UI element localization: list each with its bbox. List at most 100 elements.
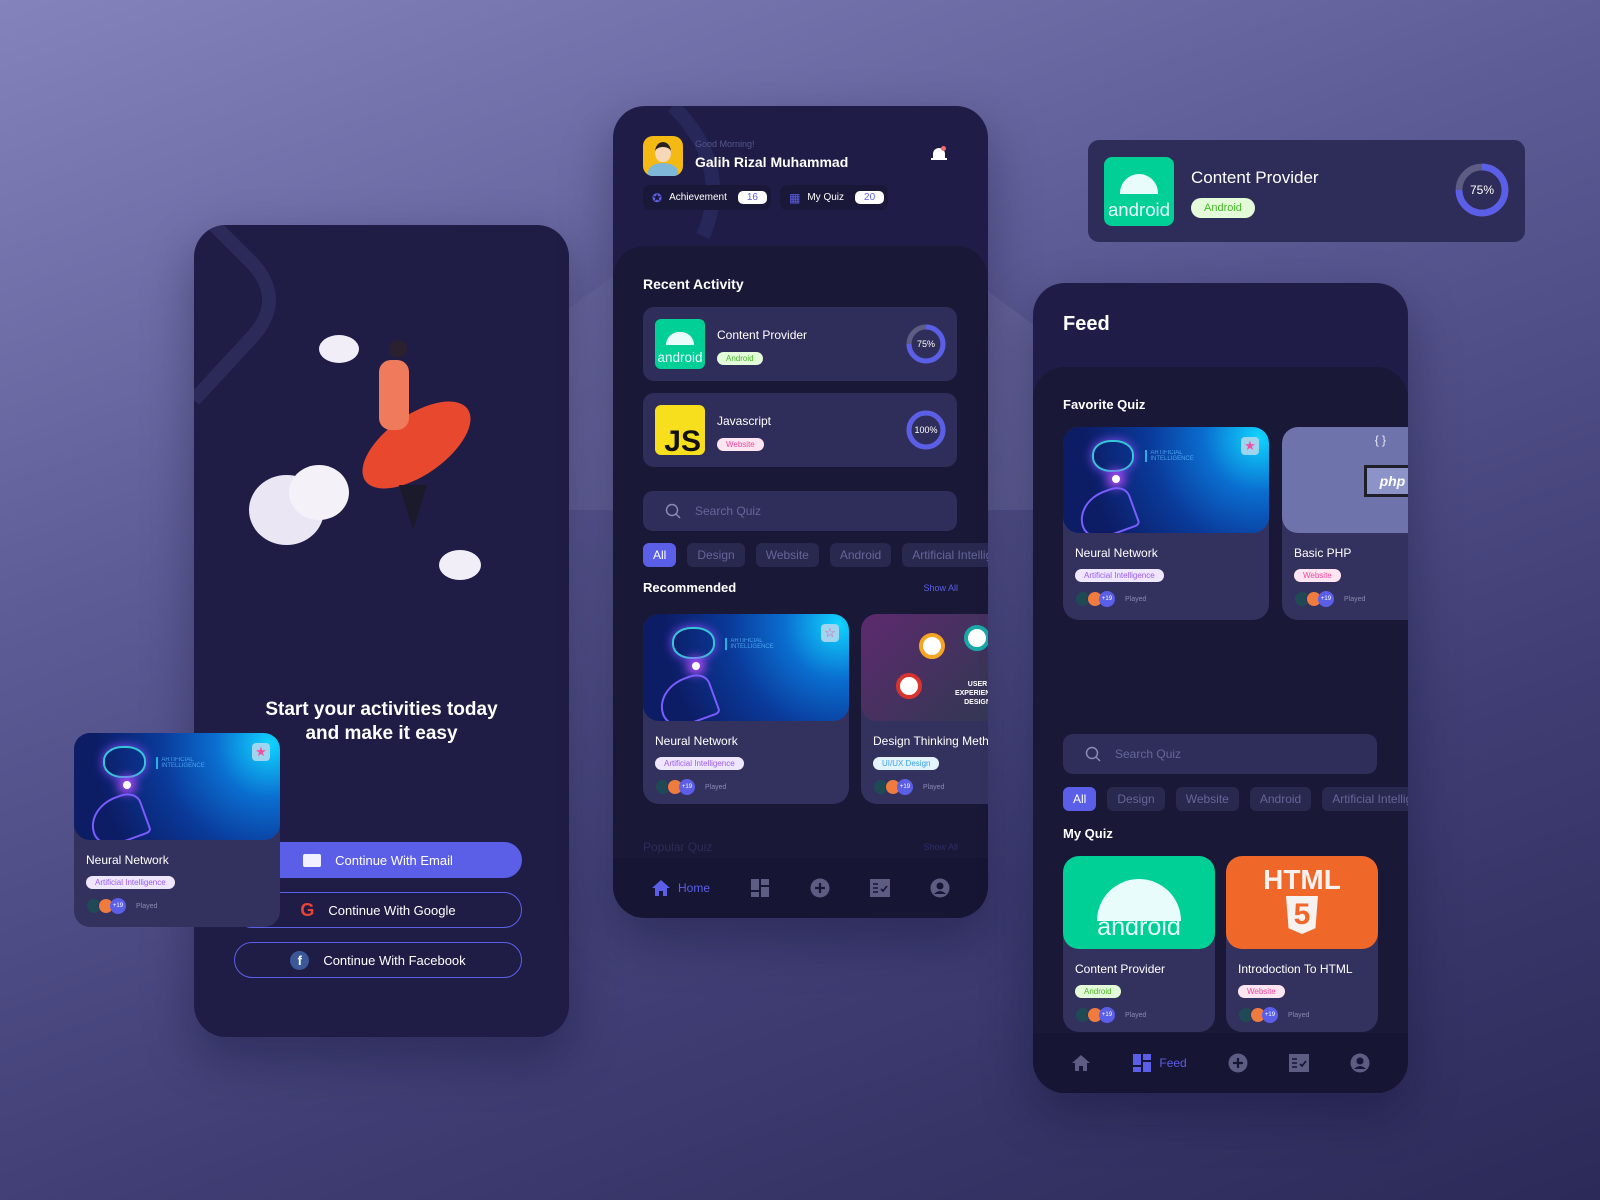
add-icon: [810, 878, 830, 898]
search-quiz-input[interactable]: Search Quiz: [1063, 734, 1377, 774]
filter-chip-artificial-intelligence[interactable]: Artificial Intelligence: [902, 543, 988, 567]
brain-glyph: [1091, 439, 1135, 473]
hand-glyph: [653, 669, 722, 721]
nav-item-grid[interactable]: [750, 878, 770, 898]
popular-show-all-link[interactable]: Show All: [923, 842, 958, 852]
filter-chip-design[interactable]: Design: [1107, 787, 1165, 811]
recent-activity-item[interactable]: android Content Provider Android 75%: [643, 307, 957, 381]
nav-item-list[interactable]: [1288, 1053, 1309, 1073]
home-icon: [1072, 1055, 1091, 1071]
quiz-title: Content Provider: [1075, 962, 1166, 976]
profile-icon: [930, 878, 950, 898]
filter-chip-design[interactable]: Design: [687, 543, 745, 567]
js-wordmark: JS: [664, 425, 701, 455]
played-meta: +19 Played: [1294, 591, 1408, 607]
feed-grid-icon: [750, 879, 769, 897]
recommended-quiz-card[interactable]: ARTIFICIAL INTELLIGENCE ☆ Neural Network Ar…: [643, 614, 849, 804]
user-name: Galih Rizal Muhammad: [695, 154, 849, 170]
search-placeholder: Search Quiz: [1115, 747, 1182, 761]
played-meta: +19 Played: [873, 779, 988, 795]
html-wordmark: HTML: [1263, 864, 1341, 895]
brain-glyph: [102, 745, 146, 779]
medal-icon: ✪: [652, 190, 663, 205]
tag-wrap: Android: [717, 348, 763, 366]
tag-wrap: Android: [1075, 981, 1215, 999]
category-tag: Artificial Intelligence: [1075, 569, 1164, 582]
star-icon[interactable]: ☆: [821, 624, 839, 642]
my-quiz-card[interactable]: android Content Provider Android +19 Played: [1063, 856, 1215, 1032]
art-lettering: ARTIFICIAL INTELLIGENCE: [1145, 450, 1205, 463]
filter-chip-website[interactable]: Website: [1175, 787, 1239, 811]
content-provider-progress-card[interactable]: android Content Provider Android 75%: [1088, 140, 1525, 242]
activity-title: Content Provider: [717, 328, 808, 342]
nav-item-user[interactable]: [1350, 1053, 1370, 1073]
avatar[interactable]: [643, 136, 683, 176]
recent-activity-item[interactable]: JS Javascript Website 100%: [643, 393, 957, 467]
android-wordmark: android: [657, 350, 703, 365]
played-meta: +19 Played: [1238, 1007, 1378, 1023]
my-quiz-card[interactable]: HTML 5 Introdoction To HTML Website +19 Playe…: [1226, 856, 1378, 1032]
filter-chip-artificial-intelligence[interactable]: Artificial Intelligence: [1322, 787, 1408, 811]
filter-chip-all[interactable]: All: [1063, 787, 1097, 811]
filter-chip-android[interactable]: Android: [829, 543, 892, 567]
category-tag: Artificial Intelligence: [86, 876, 175, 889]
played-count: +19: [1099, 1007, 1115, 1023]
stat-value: 20: [855, 191, 885, 204]
filter-chip-website[interactable]: Website: [755, 543, 819, 567]
progress-label: 75%: [917, 339, 935, 349]
recommended-quiz-card[interactable]: USER EXPERIENCE DESIGN☆ Design Thinking M…: [861, 614, 988, 804]
tag-wrap: UI/UX Design: [873, 753, 988, 771]
played-count: +19: [110, 898, 126, 914]
tag-wrap: Website: [717, 434, 764, 452]
thumbnail-android: android: [1063, 856, 1215, 949]
star-icon[interactable]: ★: [1241, 437, 1259, 455]
filter-chip-android[interactable]: Android: [1249, 787, 1312, 811]
continue-facebook-button[interactable]: f Continue With Facebook: [234, 942, 522, 978]
art-lettering: USER EXPERIENCE DESIGN: [954, 681, 988, 707]
search-placeholder: Search Quiz: [695, 504, 762, 518]
nav-item-list[interactable]: [869, 878, 890, 898]
stat-chip-my-quiz[interactable]: ▦ My Quiz 20: [780, 185, 889, 210]
stat-chip-achievement[interactable]: ✪ Achievement 16: [643, 185, 771, 210]
card-title: Content Provider: [1191, 168, 1319, 187]
played-meta: +19 Played: [86, 898, 280, 914]
facebook-button-label: Continue With Facebook: [323, 952, 466, 968]
favorite-quiz-card[interactable]: ARTIFICIAL INTELLIGENCE ★ Neural Network Ar…: [1063, 427, 1269, 620]
played-meta: +19 Played: [1075, 591, 1269, 607]
played-meta: +19 Played: [655, 779, 849, 795]
nav-item-plus[interactable]: [810, 878, 830, 898]
nav-label: Home: [677, 881, 710, 895]
favorite-quiz-card[interactable]: php{ }☆Basic PHPWebsite+19Played: [1282, 427, 1408, 620]
bell-icon[interactable]: [931, 146, 947, 162]
quiz-title: Design Thinking Method: [873, 734, 988, 748]
nav-item-plus[interactable]: [1228, 1053, 1248, 1073]
filter-chip-all[interactable]: All: [643, 543, 677, 567]
tag-wrap: Artificial Intelligence: [86, 872, 280, 890]
js-icon: JS: [655, 405, 705, 455]
thumbnail-ai: ARTIFICIAL INTELLIGENCE ☆: [643, 614, 849, 721]
feed-screen: Feed Favorite Quiz ARTIFICIAL INTELLIGEN…: [1033, 283, 1408, 1093]
search-quiz-input[interactable]: Search Quiz: [643, 491, 957, 531]
nav-item-grid[interactable]: Feed: [1132, 1053, 1187, 1073]
floating-quiz-card[interactable]: ARTIFICIAL INTELLIGENCE ★ Neural Network Ar…: [74, 733, 280, 927]
nav-item-home[interactable]: Home: [651, 878, 710, 898]
played-label: Played: [923, 783, 945, 791]
category-tag: Website: [1238, 985, 1285, 998]
checklist-icon: [1288, 1054, 1309, 1072]
glow-dot: [692, 662, 701, 671]
category-tag: Android: [1191, 198, 1255, 218]
android-wordmark: android: [1107, 198, 1171, 220]
nav-item-user[interactable]: [930, 878, 950, 898]
thumbnail-android-sm: android: [1104, 157, 1174, 226]
android-head: [1119, 174, 1159, 194]
home-icon: [651, 880, 670, 896]
show-all-link[interactable]: Show All: [923, 583, 958, 593]
glow-dot: [123, 781, 132, 790]
hand-glyph: [84, 788, 153, 840]
thumbnail-ux: USER EXPERIENCE DESIGN☆: [861, 614, 988, 721]
nav-item-home[interactable]: [1071, 1053, 1091, 1073]
feed-title: Feed: [1063, 313, 1110, 335]
quiz-title: Neural Network: [655, 734, 738, 748]
star-icon[interactable]: ★: [252, 743, 270, 761]
progress-ring: 75%: [1455, 163, 1509, 217]
